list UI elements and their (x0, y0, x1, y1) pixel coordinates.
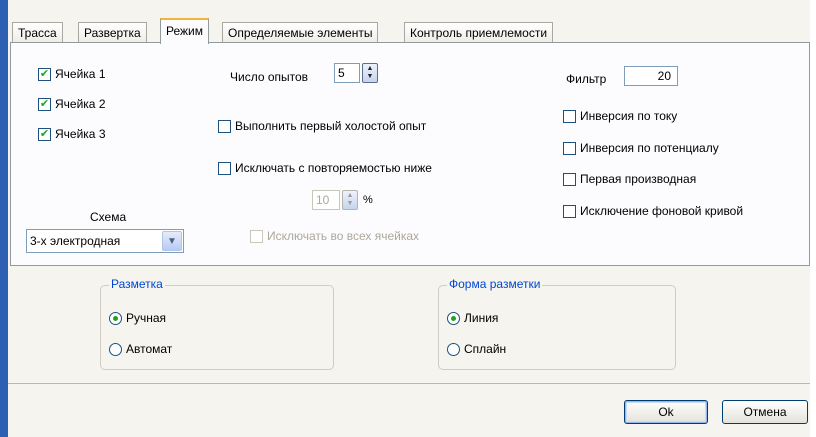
radio-unselected-icon[interactable] (447, 342, 460, 356)
experiments-label: Число опытов (230, 70, 309, 84)
tab-trassa[interactable]: Трасса (12, 22, 63, 44)
radio-auto-label: Автомат (126, 342, 173, 356)
tab-rezhim[interactable]: Режим (160, 18, 209, 44)
checkbox-unchecked-icon[interactable] (563, 109, 576, 123)
checkbox-checked-icon[interactable]: ✔ (38, 97, 51, 111)
radio-manual[interactable]: Ручная (109, 311, 166, 325)
first-derivative-label: Первая производная (580, 172, 697, 186)
spin-arrows-icon[interactable]: ▲ ▼ (342, 190, 358, 210)
experiments-stepper[interactable]: 5 ▲ ▼ (334, 63, 378, 83)
checkbox-cell-2[interactable]: ✔ Ячейка 2 (38, 97, 106, 111)
spin-arrows-icon[interactable]: ▲ ▼ (362, 63, 378, 83)
checkbox-unchecked-icon[interactable] (218, 161, 231, 175)
tab-acceptance-control[interactable]: Контроль приемлемости (404, 22, 554, 44)
radio-selected-icon[interactable] (447, 311, 460, 325)
checkbox-first-derivative[interactable]: Первая производная (563, 172, 696, 186)
radio-unselected-icon[interactable] (109, 342, 122, 356)
percent-stepper[interactable]: 10 ▲ ▼ % (312, 190, 373, 210)
blank-run-label: Выполнить первый холостой опыт (235, 119, 427, 133)
ok-button[interactable]: Ok (624, 400, 708, 424)
checkbox-unchecked-icon[interactable] (218, 119, 231, 133)
checkbox-invert-current[interactable]: Инверсия по току (563, 109, 677, 123)
checkbox-unchecked-icon[interactable] (563, 172, 576, 186)
markup-shape-group: Форма разметки Линия Сплайн (438, 277, 676, 370)
scheme-select[interactable]: 3-х электродная ▼ (26, 229, 184, 253)
scheme-select-value: 3-х электродная (30, 234, 121, 248)
percent-input[interactable]: 10 (312, 190, 340, 210)
checkbox-checked-icon[interactable]: ✔ (38, 127, 51, 141)
exclude-all-cells-label: Исключать во всех ячейках (267, 229, 420, 243)
invert-current-label: Инверсия по току (580, 109, 678, 123)
tab-razvertka[interactable]: Развертка (78, 22, 147, 44)
checkbox-exclude-background[interactable]: Исключение фоновой кривой (563, 204, 743, 218)
checkbox-cell-3[interactable]: ✔ Ячейка 3 (38, 127, 106, 141)
markup-group-title: Разметка (109, 277, 165, 291)
window-frame-left (0, 0, 8, 437)
exclude-repeatability-label: Исключать с повторяемостью ниже (235, 161, 432, 175)
markup-shape-group-title: Форма разметки (447, 277, 543, 291)
radio-manual-label: Ручная (126, 311, 167, 325)
experiments-input[interactable]: 5 (334, 63, 360, 83)
divider (8, 383, 810, 384)
filter-input[interactable]: 20 (624, 66, 678, 86)
checkbox-cell-1-label: Ячейка 1 (55, 67, 106, 81)
chevron-down-icon[interactable]: ▼ (162, 231, 182, 251)
radio-spline-label: Сплайн (464, 342, 507, 356)
checkbox-unchecked-icon[interactable] (250, 229, 263, 243)
cancel-button[interactable]: Отмена (722, 400, 808, 424)
dialog-window: Трасса Развертка Режим Определяемые элем… (0, 0, 816, 437)
percent-unit: % (363, 194, 373, 206)
filter-field[interactable]: 20 (624, 66, 678, 86)
radio-auto[interactable]: Автомат (109, 342, 172, 356)
checkbox-blank-run[interactable]: Выполнить первый холостой опыт (218, 119, 426, 133)
checkbox-invert-potential[interactable]: Инверсия по потенциалу (563, 141, 719, 155)
tab-defined-elements[interactable]: Определяемые элементы (222, 22, 379, 44)
radio-line[interactable]: Линия (447, 311, 498, 325)
exclude-background-label: Исключение фоновой кривой (580, 204, 744, 218)
checkbox-cell-3-label: Ячейка 3 (55, 127, 106, 141)
checkbox-exclude-all-cells[interactable]: Исключать во всех ячейках (250, 229, 419, 243)
scheme-label: Схема (90, 210, 127, 224)
invert-potential-label: Инверсия по потенциалу (580, 141, 719, 155)
checkbox-cell-2-label: Ячейка 2 (55, 97, 106, 111)
markup-group: Разметка Ручная Автомат (100, 277, 334, 370)
radio-line-label: Линия (464, 311, 499, 325)
window-frame-right (810, 0, 816, 437)
checkbox-checked-icon[interactable]: ✔ (38, 67, 51, 81)
filter-label: Фильтр (566, 72, 607, 86)
checkbox-exclude-repeatability[interactable]: Исключать с повторяемостью ниже (218, 161, 432, 175)
checkbox-unchecked-icon[interactable] (563, 141, 576, 155)
checkbox-cell-1[interactable]: ✔ Ячейка 1 (38, 67, 106, 81)
checkbox-unchecked-icon[interactable] (563, 204, 576, 218)
radio-spline[interactable]: Сплайн (447, 342, 506, 356)
radio-selected-icon[interactable] (109, 311, 122, 325)
